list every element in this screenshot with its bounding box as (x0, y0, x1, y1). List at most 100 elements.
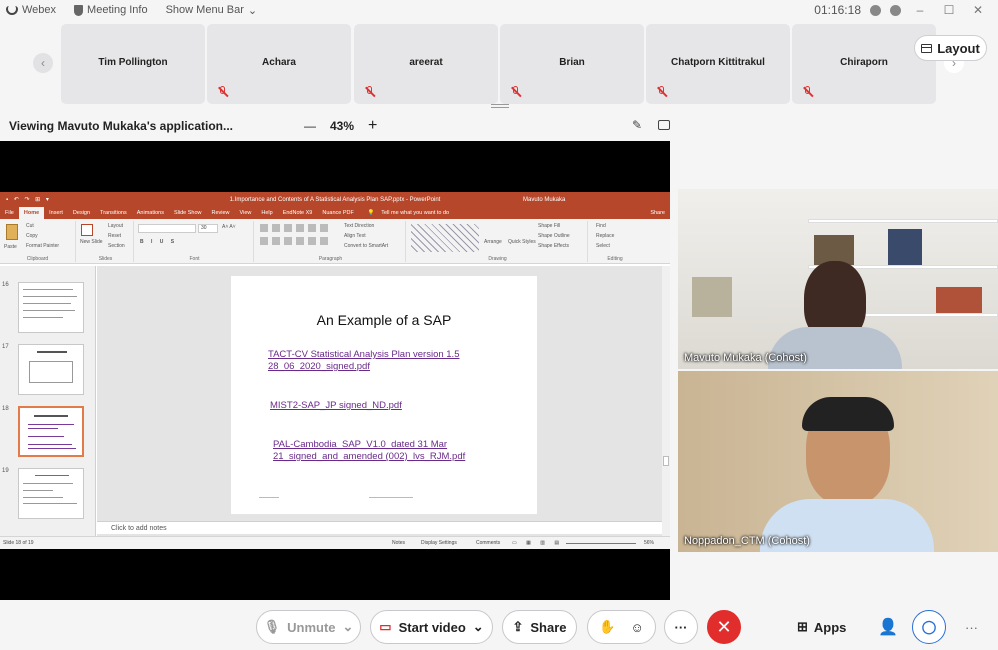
ppt-share-button[interactable]: Share (645, 207, 670, 219)
meeting-controls: 🎙 Unmute ⌄ ▭ Start video ⌄ ⇪ Share ✋ ☺ ·… (0, 604, 998, 650)
chevron-left-icon[interactable]: ‹ (33, 53, 53, 73)
layout-ppt-button[interactable]: Layout (108, 223, 123, 229)
zoom-out-button[interactable]: — (304, 119, 316, 133)
tab-design[interactable]: Design (68, 207, 95, 219)
replace-button[interactable]: Replace (596, 233, 614, 239)
webex-menu[interactable]: Webex (6, 4, 56, 16)
tab-slide-show[interactable]: Slide Show (169, 207, 207, 219)
paste-icon[interactable] (6, 224, 18, 240)
tab-review[interactable]: Review (207, 207, 235, 219)
align-text-button[interactable]: Align Text (344, 233, 366, 239)
more-options-button[interactable]: ··· (664, 610, 698, 644)
tab-home[interactable]: Home (18, 207, 45, 219)
participant-tile[interactable]: Achara (207, 24, 351, 104)
zoom-slider[interactable] (566, 543, 636, 544)
slide-thumbnail[interactable] (18, 468, 84, 519)
cut-button[interactable]: Cut (26, 223, 34, 229)
tab-nuance-pdf[interactable]: Nuance PDF (317, 207, 359, 219)
tab-file[interactable]: File (0, 207, 19, 219)
emoji-icon[interactable]: ☺ (630, 620, 643, 635)
more-panels-button[interactable]: ··· (965, 610, 978, 644)
status-icon[interactable] (870, 4, 881, 16)
popout-icon[interactable] (658, 120, 670, 130)
reset-button[interactable]: Reset (108, 233, 121, 239)
video-feed[interactable]: Mavuto Mukaka (Cohost) (678, 189, 998, 369)
minimize-icon[interactable]: – (910, 3, 930, 17)
slide-thumbnail[interactable] (18, 282, 84, 333)
share-button[interactable]: ⇪ Share (502, 610, 577, 644)
quick-styles-button[interactable]: Quick Styles (508, 239, 536, 245)
participant-tile[interactable]: Tim Pollington (61, 24, 205, 104)
arrange-button[interactable]: Arrange (484, 239, 502, 245)
new-slide-icon[interactable] (81, 224, 93, 236)
slide-link-tact-cv[interactable]: TACT-CV Statistical Analysis Plan versio… (268, 349, 459, 373)
tell-me-box[interactable]: 💡 Tell me what you want to do (363, 207, 459, 219)
display-settings-button[interactable]: Display Settings (421, 540, 457, 546)
video-feed[interactable]: Noppadon_CTM (Cohost) (678, 371, 998, 552)
shape-outline-button[interactable]: Shape Outline (538, 233, 570, 239)
tab-help[interactable]: Help (256, 207, 277, 219)
slide-link-mist2[interactable]: MIST2-SAP_JP signed_ND.pdf (270, 400, 402, 412)
notes-toggle[interactable]: Notes (392, 540, 405, 546)
select-button[interactable]: Select (596, 243, 610, 249)
participant-tile[interactable]: areerat (354, 24, 498, 104)
unmute-button[interactable]: 🎙 Unmute ⌄ (256, 610, 361, 644)
app-name: Webex (22, 4, 57, 16)
close-icon: ✕ (716, 616, 732, 637)
slide-thumbnail[interactable] (18, 344, 84, 395)
resize-handle[interactable] (491, 104, 509, 108)
tab-transitions[interactable]: Transitions (95, 207, 132, 219)
start-video-button[interactable]: ▭ Start video ⌄ (370, 610, 493, 644)
show-menu-bar-button[interactable]: Show Menu Bar ⌄ (166, 4, 257, 17)
align-buttons[interactable] (260, 237, 330, 245)
font-style-buttons[interactable]: B I U S (140, 239, 177, 245)
format-painter-button[interactable]: Format Painter (26, 243, 59, 249)
scrollbar-thumb[interactable] (663, 456, 669, 466)
current-slide[interactable]: An Example of a SAP TACT-CV Statistical … (231, 276, 537, 514)
leave-meeting-button[interactable]: ✕ (707, 610, 741, 644)
tab-insert[interactable]: Insert (44, 207, 68, 219)
participants-button[interactable]: 👤 (878, 610, 898, 644)
view-buttons[interactable]: ▭ ▦ ▥ ▤ (512, 540, 563, 546)
chat-icon: ◯ (921, 619, 937, 634)
apps-button[interactable]: ⊞ Apps (797, 610, 846, 644)
slide-scrollbar[interactable] (662, 266, 670, 536)
muted-mic-icon (802, 86, 814, 98)
shapes-gallery[interactable] (411, 224, 479, 252)
close-icon[interactable]: ✕ (968, 3, 988, 17)
copy-button[interactable]: Copy (26, 233, 38, 239)
tab-animations[interactable]: Animations (132, 207, 169, 219)
maximize-icon[interactable]: ☐ (939, 3, 959, 17)
clipboard-group: Paste Cut Copy Format Painter Clipboard (0, 221, 76, 262)
slide-link-pal-cambodia[interactable]: PAL-Cambodia_SAP_V1.0_dated 31 Mar 21_si… (273, 439, 465, 463)
participant-tile[interactable]: Chiraporn (792, 24, 936, 104)
reactions-group: ✋ ☺ (587, 610, 656, 644)
annotate-icon[interactable]: ✎ (630, 118, 644, 132)
new-slide-label[interactable]: New Slide (80, 239, 103, 245)
font-name-box[interactable] (138, 224, 196, 233)
find-button[interactable]: Find (596, 223, 606, 229)
font-size-box[interactable]: 30 (198, 224, 218, 233)
text-direction-button[interactable]: Text Direction (344, 223, 374, 229)
font-size-buttons[interactable]: A˄ A˅ (222, 224, 236, 230)
zoom-in-button[interactable]: + (368, 117, 377, 135)
tab-endnote[interactable]: EndNote X9 (278, 207, 318, 219)
slide-thumbnail-selected[interactable] (18, 406, 84, 457)
paste-label[interactable]: Paste (4, 244, 17, 250)
tab-view[interactable]: View (235, 207, 257, 219)
meeting-info-button[interactable]: Meeting Info (74, 4, 148, 16)
layout-button[interactable]: Layout (914, 35, 987, 61)
list-buttons[interactable] (260, 224, 330, 232)
shape-effects-button[interactable]: Shape Effects (538, 243, 569, 249)
slide-title: An Example of a SAP (316, 312, 452, 328)
chat-button[interactable]: ◯ (912, 610, 946, 644)
signal-icon[interactable] (890, 4, 901, 16)
participant-tile[interactable]: Brian (500, 24, 644, 104)
participant-tile[interactable]: Chatporn Kittitrakul (646, 24, 790, 104)
section-button[interactable]: Section (108, 243, 125, 249)
notes-pane[interactable]: Click to add notes (97, 521, 662, 534)
raise-hand-icon[interactable]: ✋ (599, 619, 615, 635)
shape-fill-button[interactable]: Shape Fill (538, 223, 560, 229)
comments-button[interactable]: Comments (476, 540, 500, 546)
convert-smartart-button[interactable]: Convert to SmartArt (344, 243, 388, 249)
